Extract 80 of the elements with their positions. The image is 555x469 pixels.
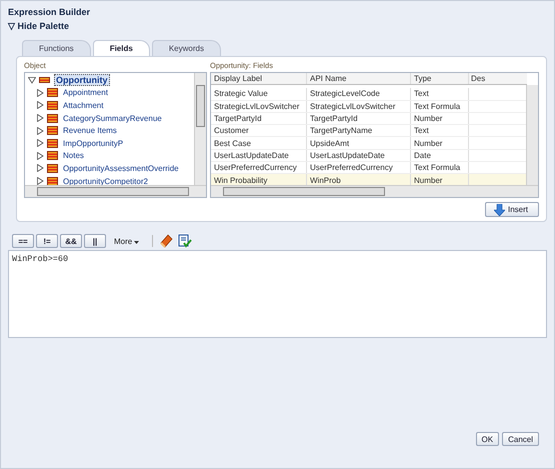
vertical-scrollbar[interactable] xyxy=(526,85,538,185)
hide-palette-toggle[interactable]: ▽ Hide Palette xyxy=(8,21,70,31)
expander-icon[interactable] xyxy=(36,164,44,172)
object-icon xyxy=(47,151,58,160)
expander-icon[interactable] xyxy=(36,126,44,135)
table-row[interactable]: StrategicLvlLovSwitcher StrategicLvlLovSwitcher Text Formula xyxy=(211,100,527,113)
column-header[interactable]: Type xyxy=(411,73,469,84)
object-icon xyxy=(47,138,58,148)
horizontal-scrollbar[interactable] xyxy=(211,185,538,197)
column-header[interactable]: Display Label xyxy=(211,73,307,84)
tree-item[interactable]: Revenue Items xyxy=(62,126,118,136)
table-row[interactable]: Strategic Value StrategicLevelCode Text xyxy=(211,88,527,101)
more-menu[interactable]: More xyxy=(114,236,142,246)
column-header[interactable]: Des xyxy=(469,73,489,84)
table-cell: Text xyxy=(411,125,469,136)
tab[interactable]: Functions xyxy=(22,40,91,56)
tree-item[interactable]: CategorySummaryRevenue xyxy=(62,114,163,123)
eraser-icon[interactable] xyxy=(159,234,174,248)
expander-icon[interactable] xyxy=(36,177,44,186)
table-cell: UserLastUpdateDate xyxy=(211,150,307,162)
table-cell: StrategicLvlLovSwitcher xyxy=(211,100,307,112)
tab[interactable]: Fields xyxy=(92,40,150,56)
validate-icon[interactable] xyxy=(178,234,192,248)
vertical-scrollbar[interactable] xyxy=(194,73,206,185)
table-cell: Date xyxy=(411,150,469,162)
window-title: Expression Builder xyxy=(8,7,90,17)
table-row[interactable]: TargetPartyId TargetPartyId Number xyxy=(211,112,527,126)
table-cell: Text Formula xyxy=(411,162,469,174)
tree-item[interactable]: Opportunity xyxy=(54,74,110,86)
operator-button[interactable]: != xyxy=(36,234,58,248)
table-cell: TargetPartyId xyxy=(307,112,411,124)
table-cell: Number xyxy=(411,137,469,149)
cancel-button[interactable]: Cancel xyxy=(502,432,539,446)
down-arrow-icon xyxy=(494,204,505,216)
table-cell: UpsideAmt xyxy=(307,137,411,149)
table-cell: Customer xyxy=(211,125,307,136)
tree-item[interactable]: ImpOpportunityP xyxy=(62,138,124,148)
expander-icon[interactable] xyxy=(36,152,44,160)
table-cell: Strategic Value xyxy=(211,88,307,100)
expander-icon[interactable] xyxy=(36,88,44,97)
insert-button[interactable]: Insert xyxy=(484,202,539,217)
object-icon xyxy=(47,164,58,173)
tree-item[interactable]: OpportunityAssessmentOverride xyxy=(62,164,180,173)
table-cell: Text Formula xyxy=(411,100,469,112)
operator-button[interactable]: && xyxy=(60,234,82,248)
expander-icon[interactable] xyxy=(36,114,44,122)
table-cell: StrategicLvlLovSwitcher xyxy=(307,100,411,112)
expander-icon[interactable] xyxy=(36,139,44,148)
table-cell: StrategicLevelCode xyxy=(307,88,411,100)
tree-item[interactable]: Appointment xyxy=(62,88,109,98)
tab[interactable]: Keywords xyxy=(152,40,221,56)
table-row[interactable]: Customer TargetPartyName Text xyxy=(211,125,527,138)
caret-icon xyxy=(134,240,140,244)
object-icon xyxy=(47,176,58,186)
operator-button[interactable]: || xyxy=(84,234,106,248)
table-cell: Number xyxy=(411,112,469,124)
tree-item[interactable]: OpportunityCompetitor2 xyxy=(62,176,149,186)
object-icon xyxy=(47,88,58,98)
expression-editor[interactable]: WinProb>=60 xyxy=(8,250,547,338)
column-header[interactable]: API Name xyxy=(307,73,411,84)
table-cell: Text xyxy=(411,88,469,100)
tree-item[interactable]: Notes xyxy=(62,151,85,160)
object-icon xyxy=(47,114,58,123)
table-cell: UserPreferredCurrency xyxy=(211,162,307,174)
table-cell: UserPreferredCurrency xyxy=(307,162,411,174)
ok-button[interactable]: OK xyxy=(476,432,500,446)
object-icon xyxy=(47,100,58,110)
expander-icon[interactable] xyxy=(36,101,44,110)
table-cell: Best Case xyxy=(211,137,307,149)
table-row[interactable]: Best Case UpsideAmt Number xyxy=(211,137,527,150)
object-icon xyxy=(47,126,58,136)
tree-item[interactable]: Attachment xyxy=(62,100,104,110)
table-cell: TargetPartyName xyxy=(307,125,411,136)
table-cell: UserLastUpdateDate xyxy=(307,150,411,162)
operator-button[interactable]: == xyxy=(12,234,34,248)
table-row[interactable]: UserLastUpdateDate UserLastUpdateDate Date xyxy=(211,150,527,162)
horizontal-scrollbar[interactable] xyxy=(25,185,206,197)
table-cell: TargetPartyId xyxy=(211,112,307,124)
expander-icon[interactable] xyxy=(28,76,36,84)
object-icon xyxy=(39,77,50,84)
